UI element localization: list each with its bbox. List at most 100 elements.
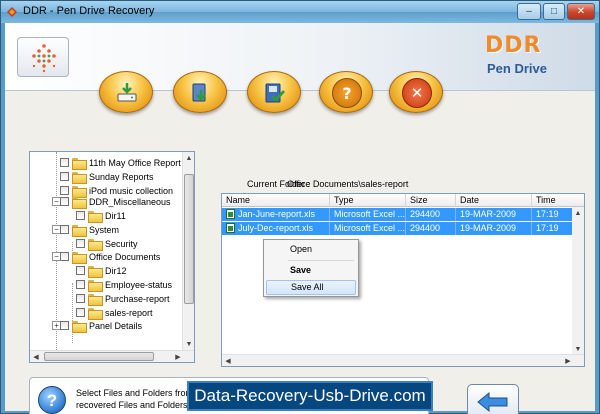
folder-icon: [72, 196, 87, 209]
website-banner: Data-Recovery-Usb-Drive.com: [187, 381, 433, 411]
tree-item-label: iPod music collection: [89, 185, 174, 196]
minimize-button[interactable]: –: [517, 3, 541, 20]
tree-vertical-scrollbar[interactable]: ▲ ▼: [182, 152, 194, 350]
tree-item-label: Security: [105, 238, 138, 249]
checkbox[interactable]: [76, 280, 85, 289]
folder-icon: [88, 293, 103, 306]
scroll-thumb[interactable]: [184, 174, 194, 304]
checkbox[interactable]: [60, 158, 69, 167]
window-title: DDR - Pen Drive Recovery: [23, 5, 155, 17]
column-header-time[interactable]: Time: [532, 194, 584, 207]
tree-item-label: sales-report: [105, 307, 153, 318]
scroll-down-icon[interactable]: ▼: [183, 338, 194, 350]
checkbox[interactable]: [60, 225, 69, 234]
file-name-cell: Jan-June-report.xls: [222, 208, 330, 221]
file-date-cell: 19-MAR-2009: [456, 222, 532, 235]
maximize-button[interactable]: □: [543, 3, 565, 20]
menu-item-save-all[interactable]: Save All: [266, 280, 356, 295]
header-banner: DDR Pen Drive: [5, 23, 595, 91]
tree-item-label: DDR_Miscellaneous: [89, 196, 171, 207]
file-list-horizontal-scrollbar[interactable]: ◀ ▶: [222, 354, 584, 366]
exit-button[interactable]: ✕: [389, 71, 443, 113]
tree-item[interactable]: Security: [76, 237, 138, 251]
logo-grid-icon: [32, 44, 56, 73]
table-row[interactable]: Jan-June-report.xls Microsoft Excel ... …: [222, 208, 584, 221]
scroll-up-icon[interactable]: ▲: [183, 152, 194, 164]
column-header-size[interactable]: Size: [406, 194, 456, 207]
tree-item[interactable]: Dir11: [76, 209, 126, 223]
folder-icon: [72, 320, 87, 333]
checkbox[interactable]: [76, 239, 85, 248]
file-size-cell: 294400: [406, 222, 456, 235]
checkbox[interactable]: [60, 197, 69, 206]
menu-item-save[interactable]: Save: [266, 263, 356, 278]
tree-item[interactable]: Office Documents: [60, 250, 161, 264]
scroll-right-icon[interactable]: ▶: [172, 351, 184, 362]
tree-item[interactable]: Employee-status: [76, 278, 173, 292]
menu-separator: [288, 260, 354, 261]
tree-item[interactable]: Purchase-report: [76, 292, 170, 306]
checkbox[interactable]: [76, 308, 85, 317]
scroll-left-icon[interactable]: ◀: [222, 355, 234, 366]
tree-item[interactable]: Sunday Reports: [60, 170, 154, 184]
tree-horizontal-scrollbar[interactable]: ◀ ▶: [30, 350, 194, 362]
folder-icon: [72, 171, 87, 184]
checkbox[interactable]: [76, 266, 85, 275]
tree-connector: [72, 283, 73, 343]
file-type-cell: Microsoft Excel ...: [330, 208, 406, 221]
checkbox[interactable]: [60, 252, 69, 261]
checkbox[interactable]: [76, 294, 85, 303]
tree-item[interactable]: DDR_Miscellaneous: [60, 195, 171, 209]
tree-item-label: Dir12: [105, 265, 127, 276]
save-check-icon: [260, 78, 290, 108]
column-header-type[interactable]: Type: [330, 194, 406, 207]
tree-item[interactable]: 11th May Office Report: [60, 156, 181, 170]
tree-item[interactable]: Panel Details: [60, 319, 143, 333]
save-button[interactable]: [247, 71, 301, 113]
excel-file-icon: [226, 223, 235, 233]
file-size-cell: 294400: [406, 208, 456, 221]
folder-tree[interactable]: 11th May Office Report Sunday Reports iP…: [29, 151, 195, 363]
scroll-right-icon[interactable]: ▶: [562, 355, 574, 366]
recover-button[interactable]: [173, 71, 227, 113]
tree-item-label: System: [89, 224, 120, 235]
checkbox[interactable]: [60, 186, 69, 195]
tree-item-label: 11th May Office Report: [89, 157, 181, 168]
main-panel: DDR Pen Drive ? ✕ 11th May Office Report…: [5, 23, 595, 414]
scroll-thumb[interactable]: [44, 352, 154, 361]
checkbox[interactable]: [60, 321, 69, 330]
close-button[interactable]: ✕: [567, 3, 595, 20]
menu-item-open[interactable]: Open: [266, 242, 356, 257]
recover-icon: [186, 78, 216, 108]
table-row[interactable]: July-Dec-report.xls Microsoft Excel ... …: [222, 222, 584, 235]
back-button[interactable]: [467, 384, 519, 414]
folder-icon: [88, 238, 103, 251]
app-icon: [7, 7, 17, 17]
open-folder-icon: [88, 307, 103, 320]
tree-item[interactable]: sales-report: [76, 306, 153, 320]
column-header-name[interactable]: Name: [222, 194, 330, 207]
scroll-left-icon[interactable]: ◀: [30, 351, 42, 362]
title-bar[interactable]: DDR - Pen Drive Recovery – □ ✕: [1, 1, 599, 23]
tree-item[interactable]: Dir12: [76, 264, 127, 278]
tree-item-label: Office Documents: [89, 251, 161, 262]
folder-icon: [88, 265, 103, 278]
checkbox[interactable]: [60, 172, 69, 181]
help-button[interactable]: ?: [319, 71, 373, 113]
help-icon: ?: [332, 78, 362, 108]
scroll-up-icon[interactable]: ▲: [572, 207, 584, 219]
excel-file-icon: [226, 209, 235, 219]
folder-icon: [72, 157, 87, 170]
tree-item-label: Dir11: [105, 210, 126, 221]
file-date-cell: 19-MAR-2009: [456, 208, 532, 221]
tree-item[interactable]: System: [60, 223, 120, 237]
tree-item-label: Employee-status: [105, 279, 173, 290]
file-list-vertical-scrollbar[interactable]: ▲ ▼: [572, 207, 584, 355]
column-header-date[interactable]: Date: [456, 194, 532, 207]
folder-icon: [72, 224, 87, 237]
tree-item-label: Panel Details: [89, 320, 143, 331]
context-menu: Open Save Save All: [263, 239, 359, 297]
checkbox[interactable]: [76, 211, 85, 220]
drive-scan-button[interactable]: [99, 71, 153, 113]
brand-title: DDR: [485, 33, 542, 58]
